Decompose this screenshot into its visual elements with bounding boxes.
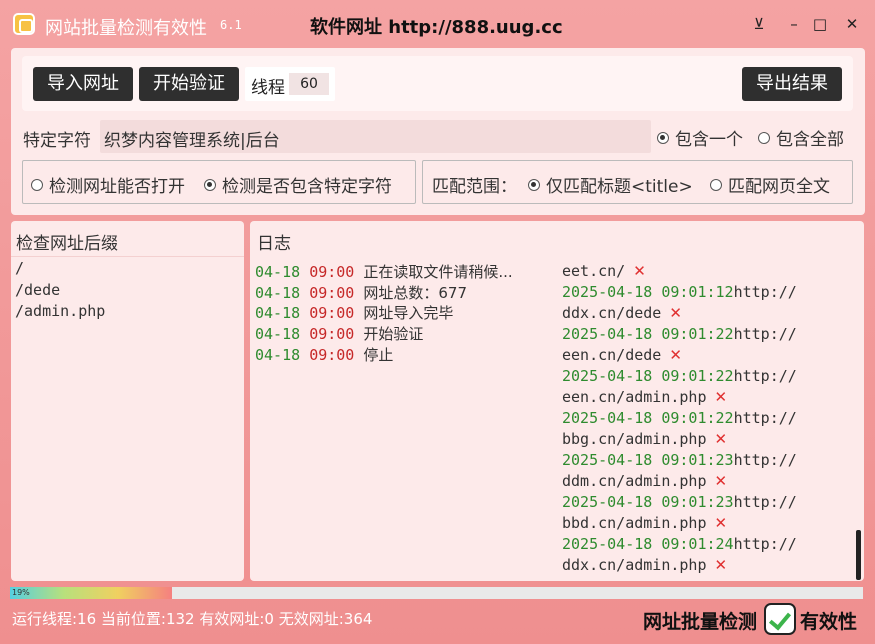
- log-line: 04-18 09:00 网址总数：677: [255, 284, 468, 302]
- close-icon[interactable]: ✕: [840, 12, 864, 36]
- result-url: ddx.cn/dede ✕: [562, 304, 682, 322]
- result-timestamp: 2025-04-18 09:01:12http://: [562, 283, 797, 301]
- radio-contains-one[interactable]: 包含一个: [657, 125, 743, 150]
- brand-right: 有效性: [800, 611, 858, 633]
- brand-left: 网址批量检测: [643, 611, 758, 633]
- radio-check-contains[interactable]: 检测是否包含特定字符: [204, 172, 392, 197]
- radio-off-icon: [758, 132, 770, 144]
- app-title: 网站批量检测有效性: [45, 18, 207, 39]
- status-text: 运行线程:16 当前位置:132 有效网址:0 无效网址:364: [12, 610, 373, 628]
- progress-label: 19%: [12, 588, 30, 597]
- maximize-icon[interactable]: □: [808, 12, 832, 36]
- filter-input-text: 织梦内容管理系统|后台: [104, 131, 280, 151]
- list-item[interactable]: /dede: [15, 281, 60, 299]
- suffix-pane: [11, 221, 244, 581]
- threads-field: 线程 60: [245, 67, 335, 101]
- fail-icon: ✕: [714, 430, 728, 448]
- pin-icon[interactable]: ⊻: [747, 12, 771, 36]
- app-version: 6.1: [220, 18, 242, 32]
- result-timestamp: 2025-04-18 09:01:22http://: [562, 409, 797, 427]
- range-label: 匹配范围：: [432, 177, 517, 197]
- divider: [11, 256, 244, 257]
- app-window: 网站批量检测有效性 6.1 软件网址 http://888.uug.cc ⊻ –…: [0, 0, 875, 644]
- fail-icon: ✕: [669, 304, 682, 322]
- log-line: 04-18 09:00 正在读取文件请稍候...: [255, 263, 513, 281]
- log-line: 04-18 09:00 开始验证: [255, 325, 424, 343]
- fail-icon: ✕: [633, 262, 646, 280]
- threads-input[interactable]: 60: [289, 73, 329, 95]
- result-timestamp: 2025-04-18 09:01:23http://: [562, 493, 797, 511]
- title-bar: 网站批量检测有效性 6.1 软件网址 http://888.uug.cc ⊻ –…: [0, 0, 875, 48]
- result-timestamp: 2025-04-18 09:01:23http://: [562, 451, 797, 469]
- radio-on-icon: [528, 179, 540, 191]
- result-url: ddm.cn/admin.php ✕: [562, 472, 728, 490]
- app-icon: [13, 13, 35, 35]
- fail-icon: ✕: [714, 472, 728, 490]
- list-item[interactable]: /: [15, 259, 24, 277]
- result-url: bbd.cn/admin.php ✕: [562, 514, 728, 532]
- progress-bar: 19%: [10, 587, 863, 599]
- radio-on-icon: [204, 179, 216, 191]
- minimize-icon[interactable]: –: [782, 12, 806, 36]
- result-timestamp: 2025-04-18 09:01:24http://: [562, 535, 797, 553]
- filter-input[interactable]: 织梦内容管理系统|后台: [100, 120, 651, 153]
- radio-on-icon: [657, 132, 669, 144]
- log-line: 04-18 09:00 停止: [255, 346, 394, 364]
- check-icon: [764, 603, 796, 635]
- radio-contains-all[interactable]: 包含全部: [758, 125, 844, 150]
- progress-fill: [10, 587, 173, 599]
- radio-title-only[interactable]: 仅匹配标题<title>: [528, 172, 693, 197]
- log-line: 04-18 09:00 网址导入完毕: [255, 304, 454, 322]
- import-button[interactable]: 导入网址: [33, 67, 133, 101]
- list-item[interactable]: /admin.php: [15, 302, 105, 320]
- result-timestamp: 2025-04-18 09:01:22http://: [562, 367, 797, 385]
- result-timestamp: 2025-04-18 09:01:22http://: [562, 325, 797, 343]
- result-url: bbg.cn/admin.php ✕: [562, 430, 728, 448]
- filter-label: 特定字符: [23, 131, 91, 151]
- log-scrollbar[interactable]: [856, 530, 861, 580]
- fail-icon: ✕: [714, 514, 728, 532]
- radio-off-icon: [710, 179, 722, 191]
- result-url: ddx.cn/admin.php ✕: [562, 556, 728, 574]
- fail-icon: ✕: [714, 388, 728, 406]
- site-url: 软件网址 http://888.uug.cc: [310, 17, 563, 38]
- radio-full-page[interactable]: 匹配网页全文: [710, 172, 830, 197]
- radio-check-open[interactable]: 检测网址能否打开: [31, 172, 185, 197]
- threads-label: 线程: [251, 78, 285, 98]
- start-button[interactable]: 开始验证: [139, 67, 239, 101]
- result-url: eet.cn/✕: [562, 262, 646, 280]
- export-button[interactable]: 导出结果: [742, 67, 842, 101]
- result-url: een.cn/dede ✕: [562, 346, 682, 364]
- result-url: een.cn/admin.php ✕: [562, 388, 728, 406]
- radio-off-icon: [31, 179, 43, 191]
- log-pane-title: 日志: [257, 234, 291, 254]
- fail-icon: ✕: [714, 556, 728, 574]
- suffix-pane-title: 检查网址后缀: [16, 234, 118, 254]
- fail-icon: ✕: [669, 346, 682, 364]
